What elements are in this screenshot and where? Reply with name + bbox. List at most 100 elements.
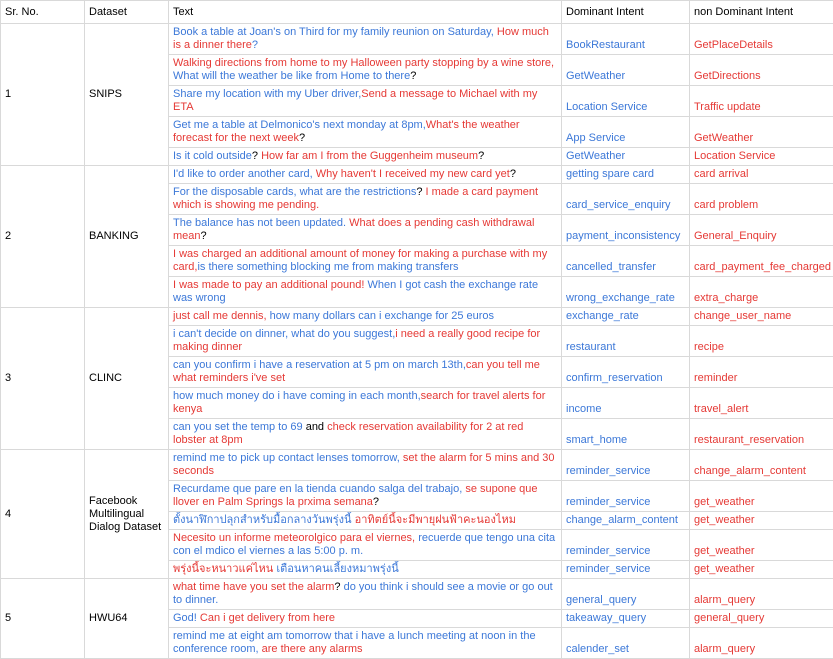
non-dominant-intent-cell: GetWeather	[690, 117, 833, 148]
text-cell: Necesito un informe meteorolgico para el…	[169, 530, 562, 561]
text-segment: ?	[201, 230, 207, 242]
text-segment: ?	[373, 496, 379, 508]
dominant-intent-cell: BookRestaurant	[562, 24, 690, 55]
text-segment: ?	[416, 186, 425, 198]
text-cell: how much money do i have coming in each …	[169, 388, 562, 419]
text-segment: เตือนหาคนเลี้ยงหมาพรุ่งนี้	[276, 563, 398, 575]
dataset-cell: Facebook Multilingual Dialog Dataset	[85, 450, 169, 579]
text-segment: I was made to pay an additional pound!	[173, 279, 367, 291]
header-row: Sr. No. Dataset Text Dominant Intent non…	[1, 1, 833, 24]
text-segment: ?	[334, 581, 343, 593]
dominant-intent-cell: payment_inconsistency	[562, 215, 690, 246]
non-dominant-intent-cell: reminder	[690, 357, 833, 388]
header-non-dominant-intent: non Dominant Intent	[690, 1, 833, 24]
text-cell: God! Can i get delivery from here	[169, 610, 562, 628]
non-dominant-intent-cell: travel_alert	[690, 388, 833, 419]
text-cell: i can't decide on dinner, what do you su…	[169, 326, 562, 357]
dominant-intent-cell: App Service	[562, 117, 690, 148]
dataset-cell: CLINC	[85, 308, 169, 450]
non-dominant-intent-cell: general_query	[690, 610, 833, 628]
header-sr-no: Sr. No.	[1, 1, 85, 24]
text-segment: อาทิตย์นี้จะมีพายุฝนฟ้าคะนองไหม	[355, 514, 516, 526]
text-cell: I'd like to order another card, Why have…	[169, 166, 562, 184]
dominant-intent-cell: calender_set	[562, 628, 690, 659]
header-dataset: Dataset	[85, 1, 169, 24]
text-segment: ?	[299, 132, 305, 144]
text-segment: is there something blocking me from maki…	[197, 261, 458, 273]
dominant-intent-cell: cancelled_transfer	[562, 246, 690, 277]
table-row: 2BANKINGI'd like to order another card, …	[1, 166, 833, 184]
non-dominant-intent-cell: get_weather	[690, 481, 833, 512]
text-segment: Share my location with my Uber driver,	[173, 88, 361, 100]
header-dominant-intent: Dominant Intent	[562, 1, 690, 24]
dominant-intent-cell: Location Service	[562, 86, 690, 117]
text-cell: I was charged an additional amount of mo…	[169, 246, 562, 277]
sr-no-cell: 5	[1, 579, 85, 659]
text-segment: ?	[478, 150, 484, 162]
text-segment: are there any alarms	[262, 643, 363, 655]
text-cell: ตั้งนาฬิกาปลุกสำหรับมื้อกลางวันพรุ่งนี้ …	[169, 512, 562, 530]
text-segment: remind me to pick up contact lenses tomo…	[173, 452, 403, 464]
non-dominant-intent-cell: extra_charge	[690, 277, 833, 308]
text-segment: ตั้งนาฬิกาปลุกสำหรับมื้อกลางวันพรุ่งนี้	[173, 514, 355, 526]
dominant-intent-cell: getting spare card	[562, 166, 690, 184]
text-cell: Recurdame que pare en la tienda cuando s…	[169, 481, 562, 512]
dominant-intent-cell: exchange_rate	[562, 308, 690, 326]
text-segment: what time have you set the alarm	[173, 581, 334, 593]
text-segment: God!	[173, 612, 200, 624]
dominant-intent-cell: change_alarm_content	[562, 512, 690, 530]
text-segment: Can i get delivery from here	[200, 612, 335, 624]
dominant-intent-cell: reminder_service	[562, 530, 690, 561]
text-segment: The balance has not been updated.	[173, 217, 349, 229]
table-row: 3CLINCjust call me dennis, how many doll…	[1, 308, 833, 326]
non-dominant-intent-cell: GetDirections	[690, 55, 833, 86]
sr-no-cell: 2	[1, 166, 85, 308]
dataset-cell: SNIPS	[85, 24, 169, 166]
non-dominant-intent-cell: card_payment_fee_charged	[690, 246, 833, 277]
text-segment: พรุ่งนี้จะหนาวแค่ไหน	[173, 563, 276, 575]
dominant-intent-cell: reminder_service	[562, 561, 690, 579]
text-segment: just call me dennis,	[173, 310, 270, 322]
text-segment: Walking directions from home to my Hallo…	[173, 57, 554, 69]
table-body: 1SNIPS Book a table at Joan's on Third fo…	[1, 24, 833, 659]
sr-no-cell: 4	[1, 450, 85, 579]
non-dominant-intent-cell: change_alarm_content	[690, 450, 833, 481]
text-segment: Get me a table at Delmonico's next monda…	[173, 119, 426, 131]
text-cell: remind me at eight am tomorrow that i ha…	[169, 628, 562, 659]
text-segment: can you set the temp to 69	[173, 421, 303, 433]
text-cell: Is it cold outside? How far am I from th…	[169, 148, 562, 166]
text-cell: remind me to pick up contact lenses tomo…	[169, 450, 562, 481]
non-dominant-intent-cell: recipe	[690, 326, 833, 357]
dominant-intent-cell: GetWeather	[562, 55, 690, 86]
dominant-intent-cell: smart_home	[562, 419, 690, 450]
text-cell: Share my location with my Uber driver,Se…	[169, 86, 562, 117]
text-segment: how much money do i have coming in each …	[173, 390, 421, 402]
text-segment: For the disposable cards, what are the r…	[173, 186, 416, 198]
text-cell: can you set the temp to 69 and check res…	[169, 419, 562, 450]
text-segment: ?	[510, 168, 516, 180]
text-segment: can you confirm i have a reservation at …	[173, 359, 466, 371]
text-segment: I'd like to order another card,	[173, 168, 316, 180]
text-cell: what time have you set the alarm? do you…	[169, 579, 562, 610]
dataset-cell: BANKING	[85, 166, 169, 308]
non-dominant-intent-cell: alarm_query	[690, 579, 833, 610]
non-dominant-intent-cell: change_user_name	[690, 308, 833, 326]
dominant-intent-cell: GetWeather	[562, 148, 690, 166]
non-dominant-intent-cell: card arrival	[690, 166, 833, 184]
text-cell: Get me a table at Delmonico's next monda…	[169, 117, 562, 148]
sr-no-cell: 1	[1, 24, 85, 166]
text-cell: The balance has not been updated. What d…	[169, 215, 562, 246]
table-row: 5HWU64what time have you set the alarm? …	[1, 579, 833, 610]
dominant-intent-cell: wrong_exchange_rate	[562, 277, 690, 308]
sr-no-cell: 3	[1, 308, 85, 450]
text-segment: Book a table at Joan's on Third for my f…	[173, 26, 497, 38]
text-segment: Why haven't I received my new card yet	[316, 168, 510, 180]
dominant-intent-cell: general_query	[562, 579, 690, 610]
text-cell: Book a table at Joan's on Third for my f…	[169, 24, 562, 55]
dominant-intent-cell: restaurant	[562, 326, 690, 357]
dominant-intent-cell: reminder_service	[562, 450, 690, 481]
text-cell: พรุ่งนี้จะหนาวแค่ไหน เตือนหาคนเลี้ยงหมาพ…	[169, 561, 562, 579]
dominant-intent-cell: takeaway_query	[562, 610, 690, 628]
dominant-intent-cell: card_service_enquiry	[562, 184, 690, 215]
text-cell: Walking directions from home to my Hallo…	[169, 55, 562, 86]
